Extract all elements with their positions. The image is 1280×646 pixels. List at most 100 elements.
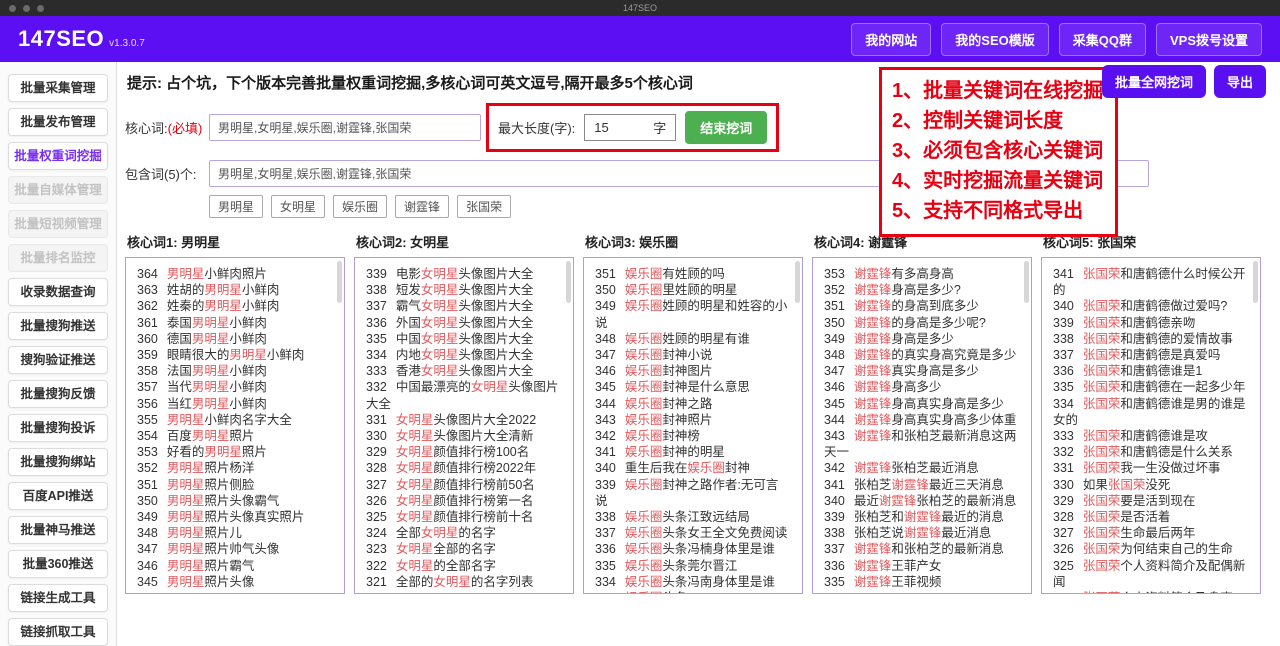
keyword-highlight: 男明星 bbox=[191, 429, 230, 444]
keyword-tag[interactable]: 张国荣 bbox=[457, 195, 512, 218]
scrollbar-thumb[interactable] bbox=[337, 261, 342, 303]
keyword-highlight: 张国荣 bbox=[1082, 364, 1121, 379]
keyword-row: 334 内地女明星头像图片大全 bbox=[366, 347, 560, 363]
sidebar: 批量采集管理 批量发布管理 批量权重词挖掘 批量自媒体管理 批量短视频管理 批量排名监控收… bbox=[0, 62, 117, 646]
keyword-highlight: 娱乐圈 bbox=[624, 510, 663, 525]
sidebar-item[interactable]: 批量搜狗反馈 bbox=[8, 380, 108, 408]
keyword-tag[interactable]: 男明星 bbox=[209, 195, 264, 218]
export-button[interactable]: 导出 bbox=[1213, 65, 1266, 98]
app-header: 147SEO v1.3.0.7 我的网站 我的SEO模版 采集QQ群 VPS拨号设置 bbox=[0, 16, 1280, 62]
sidebar-item[interactable]: 批量搜狗绑站 bbox=[8, 448, 108, 476]
keyword-tag[interactable]: 女明星 bbox=[271, 195, 326, 218]
keyword-rank: 323 bbox=[366, 542, 387, 557]
keyword-post: 身高真实身高是多少 bbox=[891, 396, 1004, 411]
sidebar-item[interactable]: 批量搜狗投诉 bbox=[8, 414, 108, 442]
keyword-rank: 326 bbox=[1053, 542, 1074, 557]
keyword-post: 头像图片大全2022 bbox=[433, 412, 537, 427]
scrollbar-thumb[interactable] bbox=[795, 261, 800, 303]
keyword-post: 张柏芝的最新消息 bbox=[916, 493, 1017, 508]
keyword-list[interactable]: 339 电影女明星头像图片大全 338 短发女明星头像图片大全 337 霸气女明星头像图片… bbox=[354, 257, 574, 594]
keyword-tag[interactable]: 谢霆锋 bbox=[395, 195, 450, 218]
keyword-highlight: 男明星 bbox=[166, 574, 205, 589]
sidebar-item[interactable]: 批量发布管理 bbox=[8, 108, 108, 136]
nav-button[interactable]: VPS拨号设置 bbox=[1155, 22, 1262, 56]
keyword-post: 的真实身高究竟是多少 bbox=[891, 348, 1017, 363]
sidebar-item[interactable]: 批量采集管理 bbox=[8, 74, 108, 102]
scrollbar-thumb[interactable] bbox=[1253, 261, 1258, 303]
keyword-row: 346 娱乐圈封神图片 bbox=[595, 363, 789, 379]
keyword-post: 封神图片 bbox=[662, 364, 713, 379]
sidebar-item[interactable]: 链接生成工具 bbox=[8, 584, 108, 612]
window-titlebar: 147SEO bbox=[0, 0, 1280, 16]
keyword-highlight: 张国荣 bbox=[1082, 267, 1121, 281]
keyword-highlight: 张国荣 bbox=[1082, 461, 1121, 476]
keyword-row: 335 中国女明星头像图片大全 bbox=[366, 331, 560, 347]
keyword-highlight: 娱乐圈 bbox=[687, 461, 725, 476]
keyword-pre: 全部 bbox=[395, 526, 421, 541]
sidebar-item[interactable]: 收录数据查询 bbox=[8, 278, 108, 306]
keyword-rank: 329 bbox=[366, 445, 387, 460]
keyword-row: 327 女明星颜值排行榜前50名 bbox=[366, 477, 560, 493]
max-length-input[interactable] bbox=[594, 120, 635, 135]
scrollbar-thumb[interactable] bbox=[566, 261, 571, 303]
keyword-row: 347 谢霆锋真实身高是多少 bbox=[824, 363, 1018, 379]
sidebar-item[interactable]: 批量搜狗推送 bbox=[8, 312, 108, 340]
keyword-highlight: 娱乐圈 bbox=[624, 331, 663, 346]
keyword-post: 封神小说 bbox=[662, 348, 713, 363]
keyword-row: 334 张国荣和唐鹤德谁是男的谁是女的 bbox=[1053, 396, 1247, 428]
sidebar-item[interactable]: 批量权重词挖掘 bbox=[8, 142, 108, 170]
keyword-tag[interactable]: 娱乐圈 bbox=[333, 195, 388, 218]
keyword-list[interactable]: 353 谢霆锋有多高身高 352 谢霆锋身高是多少? 351 谢霆锋的身高到底多少 350 谢… bbox=[812, 257, 1032, 594]
keyword-row: 345 娱乐圈封神是什么意思 bbox=[595, 379, 789, 395]
keyword-highlight: 男明星 bbox=[166, 542, 205, 557]
keyword-post: 颜值排行榜2022年 bbox=[433, 461, 537, 476]
keyword-rank: 336 bbox=[1053, 364, 1074, 379]
keyword-rank: 349 bbox=[595, 299, 616, 314]
keyword-row: 343 娱乐圈封神照片 bbox=[595, 412, 789, 428]
keyword-pre: 中国最漂亮的 bbox=[395, 380, 471, 395]
sidebar-item[interactable]: 批量神马推送 bbox=[8, 516, 108, 544]
keyword-rank: 335 bbox=[1053, 380, 1074, 395]
core-word-input[interactable] bbox=[209, 114, 481, 141]
keyword-highlight: 谢霆锋 bbox=[903, 510, 942, 525]
keyword-list[interactable]: 341 张国荣和唐鹤德什么时候公开的 340 张国荣和唐鹤德做过爱吗? 339 张国荣和唐… bbox=[1041, 257, 1261, 594]
keyword-pre: 全部的 bbox=[395, 574, 434, 589]
keyword-rank: 336 bbox=[824, 558, 845, 573]
keyword-list[interactable]: 364 男明星小鲜肉照片 363 姓胡的男明星小鲜肉 362 姓秦的男明星小鲜肉 361 泰国… bbox=[125, 257, 345, 594]
keyword-row: 353 好看的男明星照片 bbox=[137, 444, 331, 460]
keyword-highlight: 谢霆锋 bbox=[853, 396, 892, 411]
keyword-post: 照片杨洋 bbox=[204, 461, 255, 476]
nav-button[interactable]: 采集QQ群 bbox=[1058, 22, 1146, 56]
scrollbar-thumb[interactable] bbox=[1024, 261, 1029, 303]
keyword-row: 325 张国荣个人资料简介及配偶新闻 bbox=[1053, 558, 1247, 590]
keyword-highlight: 谢霆锋 bbox=[903, 526, 942, 541]
keyword-rank: 350 bbox=[137, 493, 158, 508]
keyword-post: 和唐鹤德亲吻 bbox=[1120, 315, 1196, 330]
sidebar-item[interactable]: 百度API推送 bbox=[8, 482, 108, 510]
nav-button[interactable]: 我的网站 bbox=[851, 22, 932, 56]
keyword-row: 342 娱乐圈封神榜 bbox=[595, 428, 789, 444]
keyword-row: 350 谢霆锋的身高是多少呢? bbox=[824, 315, 1018, 331]
keyword-rank: 332 bbox=[1053, 445, 1074, 460]
keyword-highlight: 女明星 bbox=[395, 461, 434, 476]
keyword-post: 和唐鹤德是什么关系 bbox=[1120, 445, 1233, 460]
keyword-row: 349 娱乐圈姓顾的明星和姓容的小说 bbox=[595, 298, 789, 330]
mine-all-button[interactable]: 批量全网挖词 bbox=[1101, 65, 1206, 98]
keyword-post: 个人资料简介及身高 bbox=[1120, 591, 1233, 593]
keyword-row: 347 男明星照片帅气头像 bbox=[137, 541, 331, 557]
sidebar-item[interactable]: 批量360推送 bbox=[8, 550, 108, 578]
keyword-rank: 338 bbox=[824, 526, 845, 541]
keyword-highlight: 谢霆锋 bbox=[853, 380, 892, 395]
keyword-post: 颜值排行榜100名 bbox=[433, 445, 530, 460]
keyword-highlight: 男明星 bbox=[166, 461, 205, 476]
keyword-rank: 344 bbox=[595, 396, 616, 411]
keyword-list[interactable]: 351 娱乐圈有姓顾的吗 350 娱乐圈里姓顾的明星 349 娱乐圈姓顾的明星和姓容的小说… bbox=[583, 257, 803, 594]
nav-button[interactable]: 我的SEO模版 bbox=[941, 22, 1049, 56]
keyword-row: 340 张国荣和唐鹤德做过爱吗? bbox=[1053, 298, 1247, 314]
keyword-post: 的名字 bbox=[458, 526, 496, 541]
sidebar-item[interactable]: 搜狗验证推送 bbox=[8, 346, 108, 374]
keyword-rank: 327 bbox=[366, 477, 387, 492]
sidebar-item[interactable]: 链接抓取工具 bbox=[8, 618, 108, 646]
stop-mining-button[interactable]: 结束挖词 bbox=[685, 111, 768, 144]
keyword-row: 360 德国男明星小鲜肉 bbox=[137, 331, 331, 347]
